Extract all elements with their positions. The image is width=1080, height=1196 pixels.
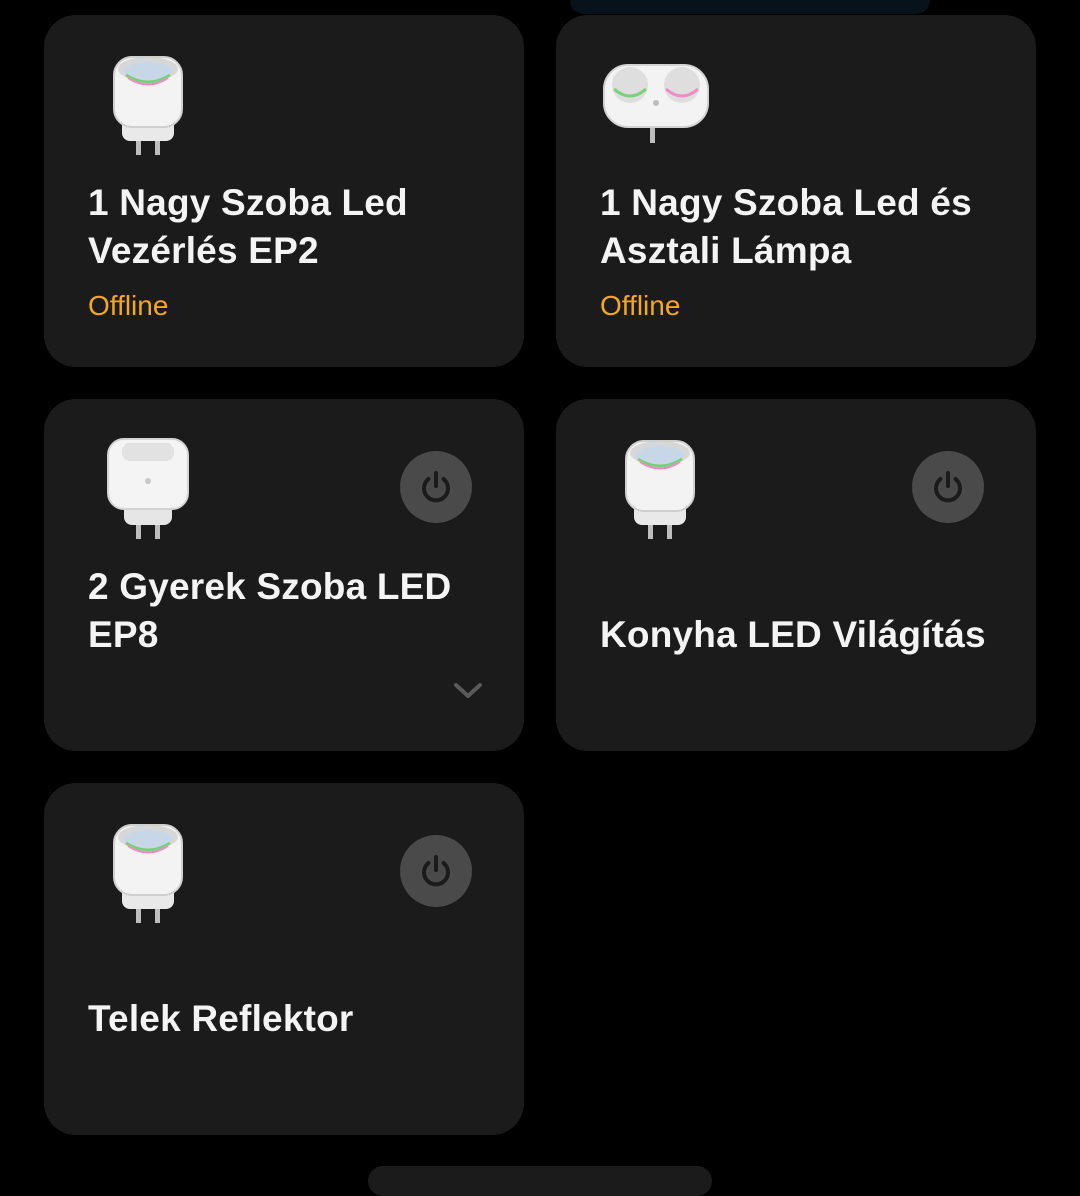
smart-plug-double-icon [603,64,709,143]
chevron-down-icon [454,683,482,698]
device-card[interactable]: Konyha LED Világítás [556,399,1036,751]
device-name: 1 Nagy Szoba Led Vezérlés EP2 [88,182,408,271]
device-name: Konyha LED Világítás [600,614,986,655]
power-button[interactable] [912,451,984,523]
power-button[interactable] [400,451,472,523]
expand-button[interactable] [448,671,488,711]
device-card[interactable]: 1 Nagy Szoba Led Vezérlés EP2 Offline [44,15,524,367]
device-card[interactable]: Telek Reflektor [44,783,524,1135]
bottom-sheet-handle[interactable] [368,1166,712,1196]
device-card[interactable]: 1 Nagy Szoba Led és Asztali Lámpa Offlin… [556,15,1036,367]
power-icon [422,855,450,887]
status-badge: Offline [600,290,681,321]
power-icon [934,471,962,503]
device-card[interactable]: 2 Gyerek Szoba LED EP8 [44,399,524,751]
smart-plug-round-icon [113,56,183,155]
top-glow [570,0,930,14]
power-button[interactable] [400,835,472,907]
smart-plug-square-icon [107,438,189,539]
power-icon [422,471,450,503]
device-name: 2 Gyerek Szoba LED EP8 [88,566,452,655]
device-name: Telek Reflektor [88,998,354,1039]
status-badge: Offline [88,290,169,321]
smart-plug-round-icon [625,440,695,539]
smart-plug-round-icon [113,824,183,923]
device-name: 1 Nagy Szoba Led és Asztali Lámpa [600,182,972,271]
